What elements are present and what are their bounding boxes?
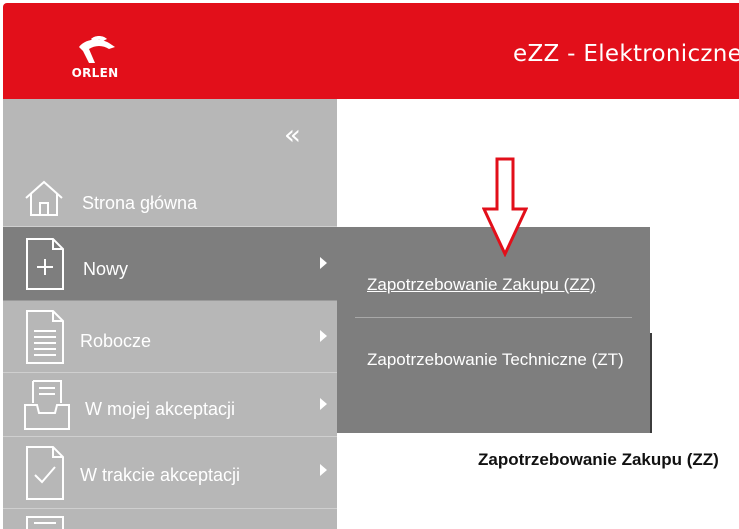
sidebar-item-label: Robocze	[80, 331, 152, 351]
sidebar-item-partial[interactable]	[3, 509, 337, 529]
sidebar-item-drafts[interactable]: Robocze	[3, 301, 337, 373]
sidebar-item-home[interactable]: Strona główna	[3, 173, 337, 227]
logo-text: ORLEN	[71, 66, 119, 80]
document-lines-icon	[26, 310, 64, 364]
sidebar-item-label: W mojej akceptacji	[85, 399, 236, 419]
new-document-icon	[26, 238, 64, 290]
down-arrow-annotation-icon	[482, 157, 528, 257]
submenu-divider	[355, 317, 632, 318]
app-header: ORLEN eZZ - Elektroniczne	[3, 3, 739, 99]
sidebar-item-in-approval[interactable]: W trakcie akceptacji	[3, 437, 337, 509]
submenu-item-technical-requisition[interactable]: Zapotrzebowanie Techniczne (ZT)	[367, 347, 627, 373]
chevron-right-icon	[320, 398, 327, 410]
document-lines-icon	[26, 516, 64, 529]
page-title: Zapotrzebowanie Zakupu (ZZ)	[478, 450, 719, 469]
orlen-eagle-icon	[79, 36, 115, 63]
submenu-shadow	[650, 333, 652, 433]
sidebar-item-label: W trakcie akceptacji	[80, 465, 241, 485]
orlen-logo[interactable]: ORLEN	[65, 33, 125, 83]
sidebar-item-label: Nowy	[83, 259, 129, 279]
home-icon	[25, 180, 63, 216]
chevron-right-icon	[320, 330, 327, 342]
chevron-right-icon	[320, 464, 327, 476]
sidebar-item-label: Strona główna	[82, 193, 198, 213]
chevron-right-icon	[320, 257, 327, 269]
new-submenu: Zapotrzebowanie Zakupu (ZZ) Zapotrzebowa…	[337, 227, 650, 433]
submenu-item-purchase-requisition[interactable]: Zapotrzebowanie Zakupu (ZZ)	[367, 275, 596, 295]
document-check-icon	[26, 446, 64, 500]
sidebar-item-new[interactable]: Nowy	[3, 227, 337, 301]
collapse-sidebar-icon[interactable]: «	[284, 121, 301, 149]
sidebar-item-my-approval[interactable]: W mojej akceptacji	[3, 373, 337, 437]
sidebar: « Strona główna Nowy Robocze W mojej akc…	[3, 99, 337, 529]
app-title: eZZ - Elektroniczne	[513, 41, 739, 67]
inbox-tray-icon	[24, 380, 70, 430]
app-frame: ORLEN eZZ - Elektroniczne « Strona główn…	[0, 0, 739, 529]
